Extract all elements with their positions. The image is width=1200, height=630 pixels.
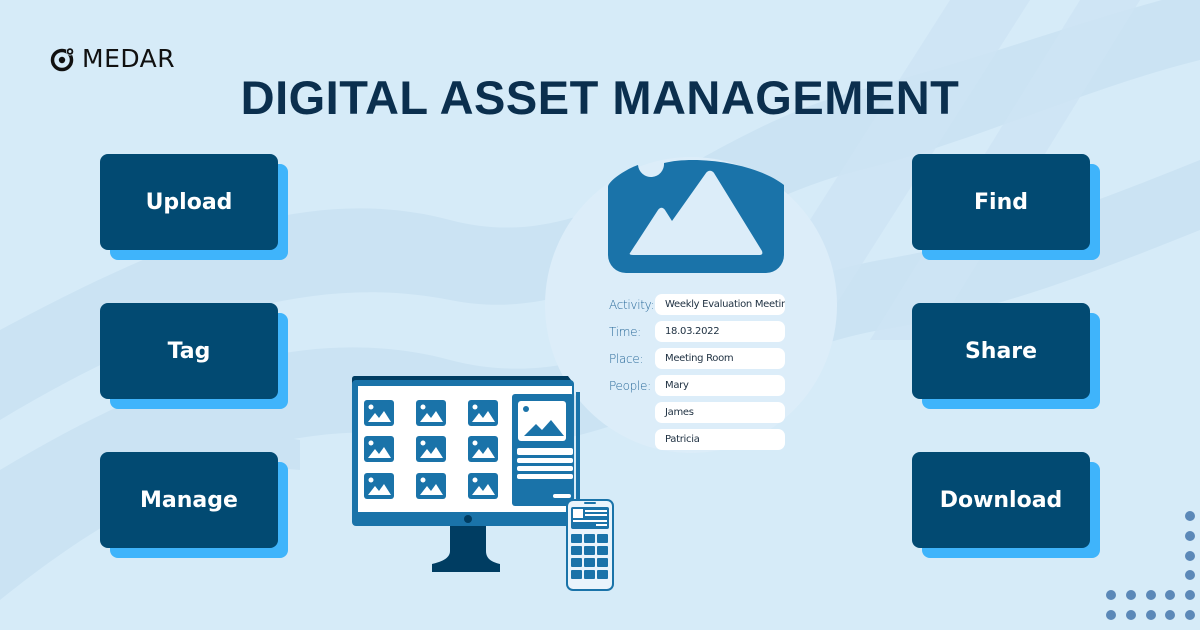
- upload-button[interactable]: Upload: [100, 154, 288, 260]
- manage-button[interactable]: Manage: [100, 452, 288, 558]
- brand-logo: MEDAR: [50, 44, 175, 73]
- mobile-gallery-icon: [566, 499, 614, 591]
- download-button-label[interactable]: Download: [912, 452, 1090, 548]
- manage-button-label[interactable]: Manage: [100, 452, 278, 548]
- share-button-label[interactable]: Share: [912, 303, 1090, 399]
- tag-button-label[interactable]: Tag: [100, 303, 278, 399]
- metadata-label: Time:: [609, 325, 641, 339]
- desktop-gallery-icon: [352, 376, 580, 572]
- metadata-label: Place:: [609, 352, 644, 366]
- asset-metadata: Activity: Weekly Evaluation Meeting Time…: [609, 293, 789, 455]
- upload-button-label[interactable]: Upload: [100, 154, 278, 250]
- page-title: DIGITAL ASSET MANAGEMENT: [240, 71, 960, 124]
- decorative-dots: [1106, 511, 1195, 620]
- metadata-row-people: People: Mary: [609, 374, 789, 401]
- find-button-label[interactable]: Find: [912, 154, 1090, 250]
- brand-name: MEDAR: [82, 44, 176, 73]
- metadata-row-time: Time: 18.03.2022: [609, 320, 789, 347]
- metadata-row-people: James: [609, 401, 789, 428]
- medar-logo-icon: [50, 47, 74, 71]
- metadata-row-place: Place: Meeting Room: [609, 347, 789, 374]
- metadata-value-person[interactable]: James: [655, 402, 785, 423]
- metadata-label: People:: [609, 379, 651, 393]
- tag-button[interactable]: Tag: [100, 303, 288, 409]
- metadata-value-time[interactable]: 18.03.2022: [655, 321, 785, 342]
- download-button[interactable]: Download: [912, 452, 1100, 558]
- image-mountain-icon: [608, 159, 784, 273]
- metadata-value-activity[interactable]: Weekly Evaluation Meeting: [655, 294, 785, 315]
- metadata-value-person[interactable]: Mary: [655, 375, 785, 396]
- metadata-row-activity: Activity: Weekly Evaluation Meeting: [609, 293, 789, 320]
- metadata-value-place[interactable]: Meeting Room: [655, 348, 785, 369]
- find-button[interactable]: Find: [912, 154, 1100, 260]
- metadata-value-person[interactable]: Patricia: [655, 429, 785, 450]
- share-button[interactable]: Share: [912, 303, 1100, 409]
- metadata-label: Activity:: [609, 298, 655, 312]
- metadata-row-people: Patricia: [609, 428, 789, 455]
